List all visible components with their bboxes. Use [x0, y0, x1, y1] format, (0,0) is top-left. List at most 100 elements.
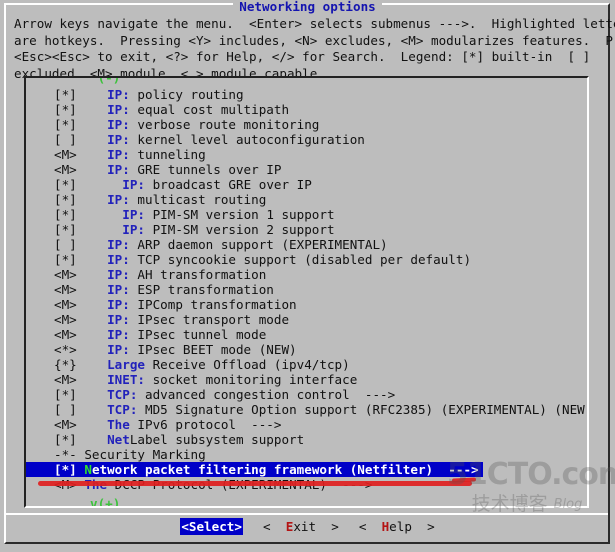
- list-item-row[interactable]: [ ] TCP: MD5 Signature Option support (R…: [26, 402, 587, 417]
- list-item[interactable]: [*] Network packet filtering framework (…: [26, 462, 587, 477]
- list-item-row[interactable]: [*] IP: TCP syncookie support (disabled …: [26, 252, 587, 267]
- option-state-marker[interactable]: [*]: [54, 102, 107, 117]
- list-item-row[interactable]: [*] TCP: advanced congestion control ---…: [26, 387, 587, 402]
- option-state-marker[interactable]: [*]: [54, 462, 84, 477]
- list-item-row[interactable]: -*- Security Marking: [26, 447, 587, 462]
- help-line-1: Arrow keys navigate the menu. <Enter> se…: [14, 16, 615, 31]
- option-state-marker[interactable]: [*]: [54, 252, 107, 267]
- list-item-row[interactable]: [*] IP: multicast routing: [26, 192, 587, 207]
- list-item-row[interactable]: [ ] IP: kernel level autoconfiguration: [26, 132, 587, 147]
- option-state-marker[interactable]: [*]: [54, 222, 122, 237]
- list-item-selected[interactable]: [*] Network packet filtering framework (…: [26, 462, 483, 477]
- list-item[interactable]: [*] NetLabel subsystem support: [26, 432, 587, 447]
- option-state-marker[interactable]: <M>: [54, 417, 107, 432]
- list-item-row[interactable]: [ ] IP: ARP daemon support (EXPERIMENTAL…: [26, 237, 587, 252]
- list-item[interactable]: [*] TCP: advanced congestion control ---…: [26, 387, 587, 402]
- help-line-3: <Esc><Esc> to exit, <?> for Help, </> fo…: [14, 49, 591, 64]
- option-hotkey: IP:: [107, 87, 130, 102]
- list-item-row[interactable]: [*] IP: verbose route monitoring: [26, 117, 587, 132]
- list-item-row[interactable]: <M> IP: IPComp transformation: [26, 297, 587, 312]
- option-state-marker[interactable]: <M>: [54, 282, 107, 297]
- list-item-row[interactable]: [*] IP: PIM-SM version 1 support: [26, 207, 587, 222]
- list-item-row[interactable]: [*] IP: equal cost multipath: [26, 102, 587, 117]
- option-state-marker[interactable]: [*]: [54, 192, 107, 207]
- option-state-marker[interactable]: <M>: [54, 147, 107, 162]
- list-item[interactable]: <M> IP: ESP transformation: [26, 282, 587, 297]
- list-item-row[interactable]: {*} Large Receive Offload (ipv4/tcp): [26, 357, 587, 372]
- option-state-marker[interactable]: {*}: [54, 357, 107, 372]
- list-item[interactable]: [*] IP: TCP syncookie support (disabled …: [26, 252, 587, 267]
- list-item[interactable]: [*] IP: PIM-SM version 2 support: [26, 222, 587, 237]
- list-item[interactable]: -*- Security Marking: [26, 447, 587, 462]
- list-item[interactable]: [*] IP: broadcast GRE over IP: [26, 177, 587, 192]
- list-item[interactable]: {*} Large Receive Offload (ipv4/tcp): [26, 357, 587, 372]
- option-state-marker[interactable]: [ ]: [54, 402, 107, 417]
- list-item[interactable]: [ ] IP: ARP daemon support (EXPERIMENTAL…: [26, 237, 587, 252]
- option-label: PIM-SM version 1 support: [145, 207, 335, 222]
- option-state-marker[interactable]: <M>: [54, 267, 107, 282]
- list-item-row[interactable]: <*> IP: IPsec BEET mode (NEW): [26, 342, 587, 357]
- option-state-marker[interactable]: [*]: [54, 207, 122, 222]
- list-item-row[interactable]: [*] NetLabel subsystem support: [26, 432, 587, 447]
- exit-button[interactable]: < Exit >: [263, 518, 339, 535]
- list-item-row[interactable]: <M> IP: ESP transformation: [26, 282, 587, 297]
- list-item-row[interactable]: <M> IP: GRE tunnels over IP: [26, 162, 587, 177]
- list-item-row[interactable]: <M> IP: IPsec tunnel mode: [26, 327, 587, 342]
- list-item[interactable]: [*] IP: policy routing: [26, 87, 587, 102]
- option-state-marker[interactable]: [ ]: [54, 237, 107, 252]
- list-item-row[interactable]: <M> IP: AH transformation: [26, 267, 587, 282]
- list-item-row[interactable]: <M> IP: tunneling: [26, 147, 587, 162]
- option-state-marker[interactable]: [*]: [54, 87, 107, 102]
- option-state-marker[interactable]: [ ]: [54, 132, 107, 147]
- option-state-marker[interactable]: [*]: [54, 432, 107, 447]
- option-hotkey: IP:: [107, 162, 130, 177]
- list-item-row[interactable]: <M> The IPv6 protocol --->: [26, 417, 587, 432]
- option-state-marker[interactable]: <M>: [54, 162, 107, 177]
- option-state-marker[interactable]: <M>: [54, 312, 107, 327]
- list-item[interactable]: [*] IP: equal cost multipath: [26, 102, 587, 117]
- options-list-box[interactable]: ^(-) [*] IP: policy routing [*] IP: equal…: [24, 76, 589, 508]
- option-state-marker[interactable]: [*]: [54, 117, 107, 132]
- list-item[interactable]: <*> IP: IPsec BEET mode (NEW): [26, 342, 587, 357]
- list-item-row[interactable]: [*] IP: broadcast GRE over IP: [26, 177, 587, 192]
- option-hotkey: Net: [107, 432, 130, 447]
- option-state-marker[interactable]: [*]: [54, 177, 122, 192]
- option-label: ARP daemon support (EXPERIMENTAL): [129, 237, 388, 252]
- dialog-title-bar: Networking options: [0, 0, 615, 15]
- option-label: Receive Offload (ipv4/tcp): [145, 357, 350, 372]
- list-item[interactable]: <M> IP: IPsec tunnel mode: [26, 327, 587, 342]
- list-item[interactable]: <M> IP: IPsec transport mode: [26, 312, 587, 327]
- select-button[interactable]: <Select>: [180, 518, 243, 535]
- list-item-row[interactable]: [*] IP: PIM-SM version 2 support: [26, 222, 587, 237]
- option-hotkey: IP:: [107, 102, 130, 117]
- help-button[interactable]: < Help >: [359, 518, 435, 535]
- list-item[interactable]: <M> INET: socket monitoring interface: [26, 372, 587, 387]
- option-state-marker[interactable]: -*-: [54, 447, 84, 462]
- option-label: multicast routing: [129, 192, 267, 207]
- list-item[interactable]: [ ] TCP: MD5 Signature Option support (R…: [26, 402, 587, 417]
- list-item[interactable]: <M> IP: IPComp transformation: [26, 297, 587, 312]
- list-item-row[interactable]: <M> INET: socket monitoring interface: [26, 372, 587, 387]
- list-item-row[interactable]: [*] IP: policy routing: [26, 87, 587, 102]
- list-item[interactable]: <M> IP: tunneling: [26, 147, 587, 162]
- option-hotkey: IP:: [107, 342, 130, 357]
- list-item[interactable]: <M> IP: AH transformation: [26, 267, 587, 282]
- list-item[interactable]: [*] IP: multicast routing: [26, 192, 587, 207]
- option-state-marker[interactable]: <M>: [54, 297, 107, 312]
- scroll-down-indicator[interactable]: v(+): [90, 497, 120, 506]
- option-state-marker[interactable]: <M>: [54, 372, 107, 387]
- list-item[interactable]: [ ] IP: kernel level autoconfiguration: [26, 132, 587, 147]
- list-item[interactable]: [*] IP: verbose route monitoring: [26, 117, 587, 132]
- button-bar-separator: [6, 513, 608, 515]
- button-label: xit >: [293, 519, 339, 534]
- scroll-up-indicator[interactable]: ^(-): [90, 78, 120, 84]
- option-label: AH transformation: [129, 267, 267, 282]
- list-item[interactable]: [*] IP: PIM-SM version 1 support: [26, 207, 587, 222]
- option-state-marker[interactable]: [*]: [54, 387, 107, 402]
- option-state-marker[interactable]: <M>: [54, 327, 107, 342]
- list-item[interactable]: <M> IP: GRE tunnels over IP: [26, 162, 587, 177]
- option-state-marker[interactable]: <*>: [54, 342, 107, 357]
- option-hotkey: N: [84, 462, 92, 477]
- list-item-row[interactable]: <M> IP: IPsec transport mode: [26, 312, 587, 327]
- list-item[interactable]: <M> The IPv6 protocol --->: [26, 417, 587, 432]
